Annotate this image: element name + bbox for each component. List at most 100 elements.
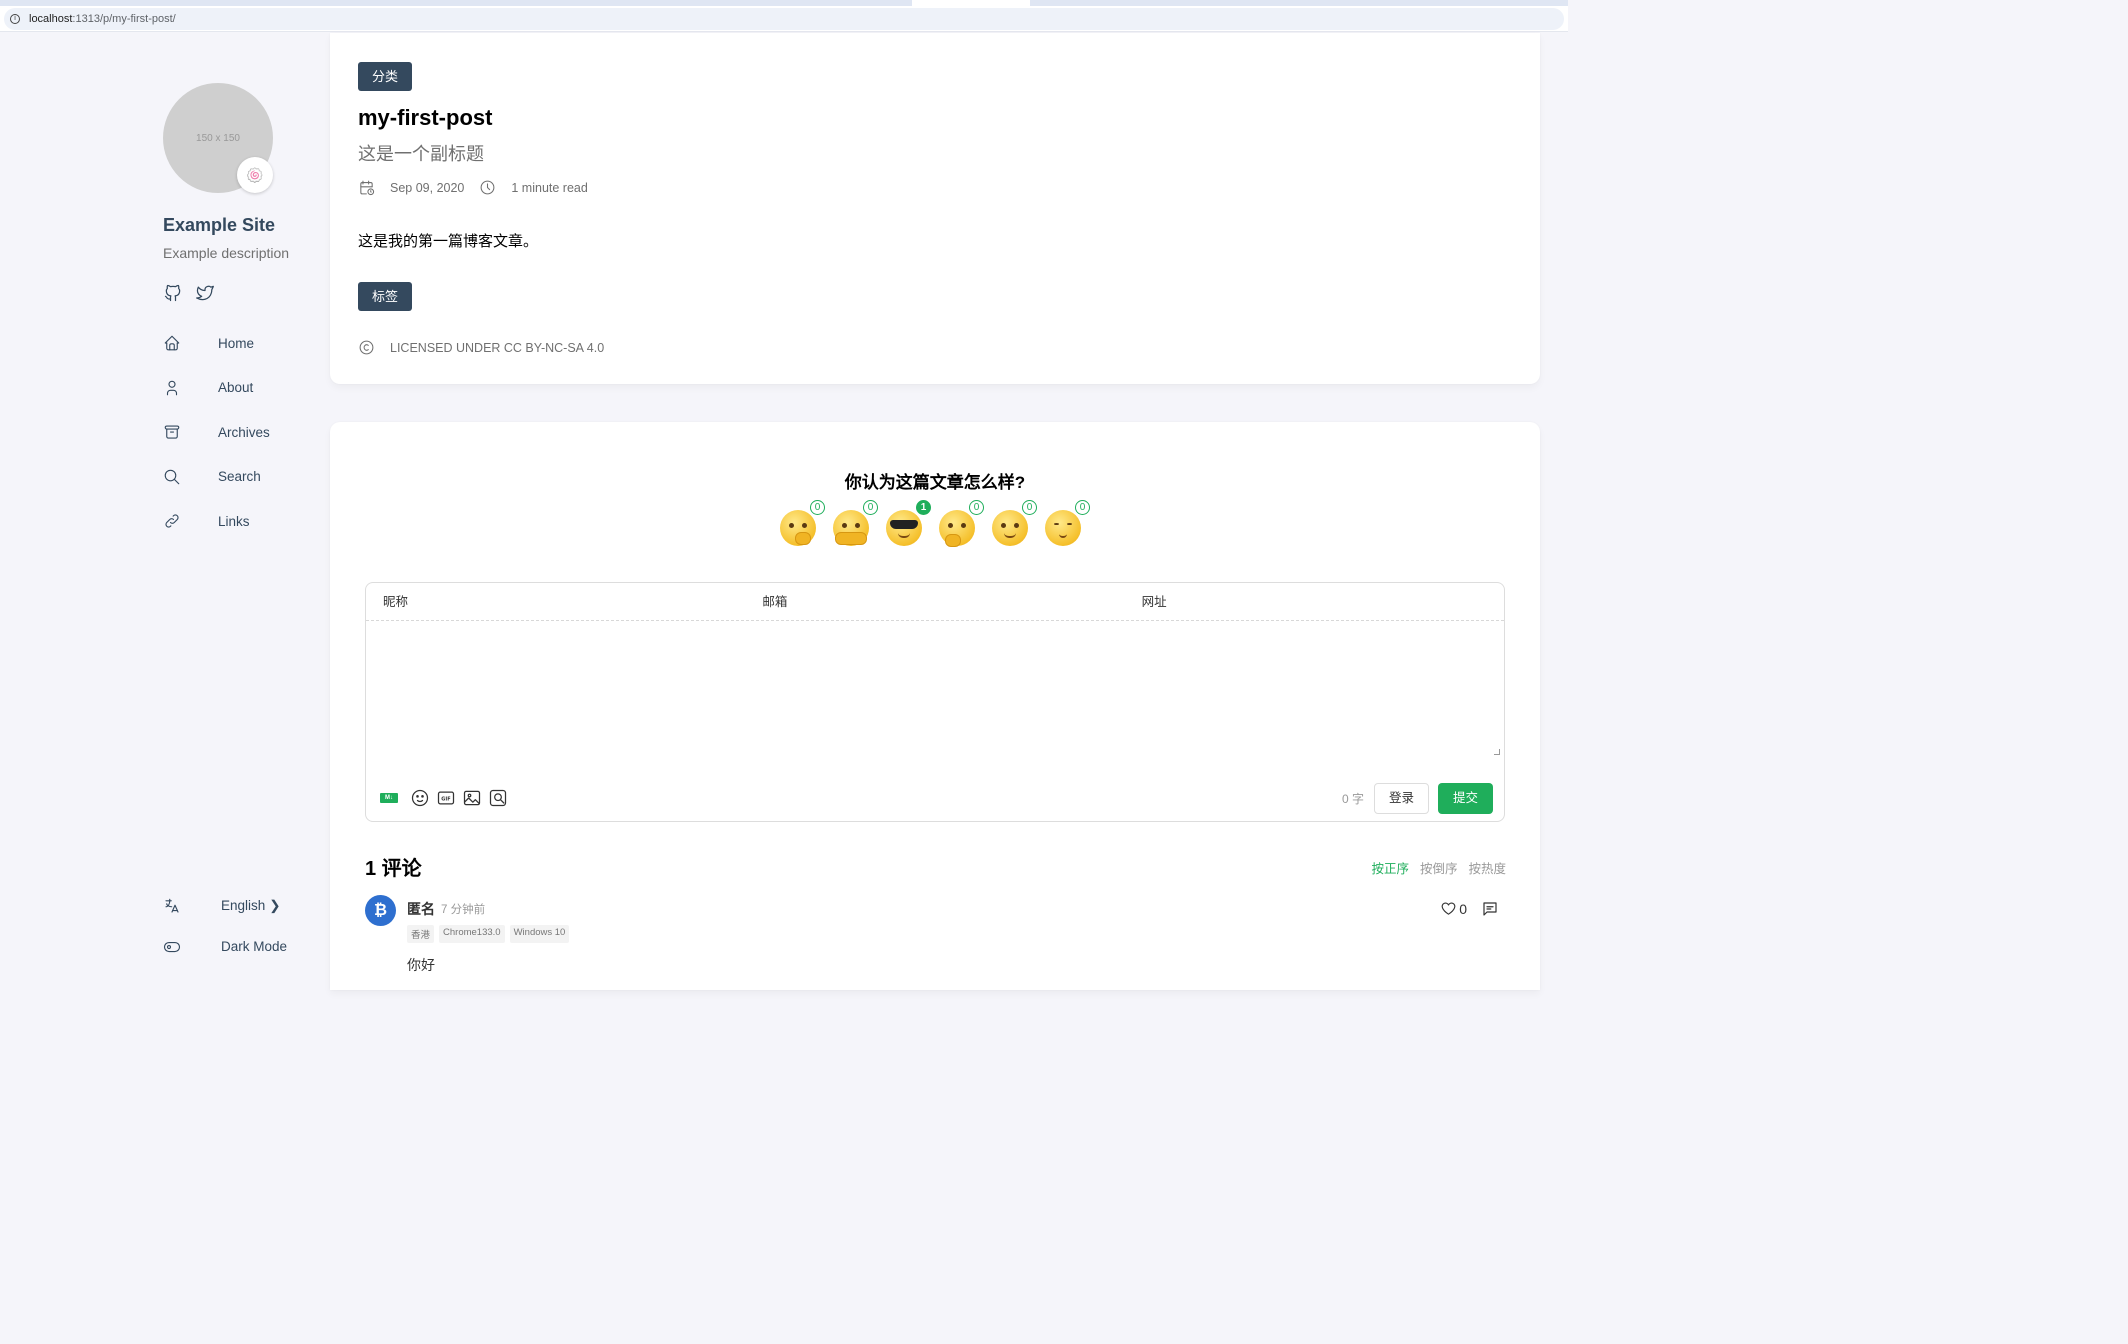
archive-icon <box>164 425 180 439</box>
preview-icon[interactable] <box>488 788 508 808</box>
home-icon <box>164 335 180 351</box>
link-icon <box>165 514 179 528</box>
thinking-emoji-icon <box>939 510 975 547</box>
submit-button[interactable]: 提交 <box>1437 783 1493 814</box>
login-button[interactable]: 登录 <box>1373 783 1429 814</box>
reaction-count: 0 <box>969 500 984 515</box>
comment-sort: 按正序 按倒序 按热度 <box>1371 858 1506 877</box>
comment-count-title: 1 评论 <box>365 858 422 880</box>
comment-meta-tags: 香港 Chrome133.0 Windows 10 <box>407 925 570 943</box>
address-bar[interactable]: i localhost:1313/p/my-first-post/ <box>0 6 1568 32</box>
comment-browser: Chrome133.0 <box>439 925 505 943</box>
main-menu: Home About Archives Search Links <box>163 321 270 544</box>
social-links <box>163 283 215 303</box>
image-icon[interactable] <box>462 788 482 808</box>
editor-actions: 0 字 登录 提交 <box>1342 783 1493 814</box>
menu-label-links: Links <box>218 513 250 529</box>
markdown-icon[interactable]: M↓ <box>380 793 398 803</box>
language-label: English ❯ <box>221 897 281 913</box>
menu-label-search: Search <box>218 469 261 485</box>
site-name[interactable]: Example Site <box>163 215 275 236</box>
language-icon <box>165 898 179 913</box>
email-field[interactable]: 邮箱 <box>745 583 1124 620</box>
site-info-icon[interactable]: i <box>10 14 20 24</box>
reactions: 0 0 1 0 0 0 <box>780 500 1090 547</box>
like-button[interactable]: 0 <box>1440 900 1467 917</box>
reaction-cool[interactable]: 1 <box>886 500 931 546</box>
comment-item: ₿ 匿名 7 分钟前 香港 Chrome133.0 Windows 10 你好 … <box>365 895 1505 985</box>
comment-os: Windows 10 <box>509 925 570 943</box>
sort-ascending[interactable]: 按正序 <box>1371 858 1409 877</box>
toggle-icon <box>163 941 181 952</box>
comment-time: 7 分钟前 <box>441 904 486 916</box>
read-time: 1 minute read <box>511 180 588 195</box>
comments-card: 你认为这篇文章怎么样? 0 0 1 0 0 0 昵称 邮箱 网址 M↓ GIF … <box>330 422 1540 990</box>
heart-icon <box>1441 902 1456 915</box>
sort-descending[interactable]: 按倒序 <box>1420 858 1458 877</box>
reaction-count: 0 <box>810 500 825 515</box>
comment-editor: 昵称 邮箱 网址 M↓ GIF 0 字 登录 提交 <box>365 582 1505 822</box>
reaction-title: 你认为这篇文章怎么样? <box>844 473 1026 492</box>
menu-item-home[interactable]: Home <box>163 321 270 366</box>
menu-label-about: About <box>218 380 254 396</box>
cool-emoji-icon <box>886 510 922 546</box>
reaction-sleepy[interactable]: 0 <box>1045 500 1090 546</box>
post-date: Sep 09, 2020 <box>390 180 465 195</box>
menu-item-links[interactable]: Links <box>163 499 270 544</box>
menu-item-search[interactable]: Search <box>163 455 270 500</box>
comment-nick: 匿名 <box>407 901 435 917</box>
reaction-count: 0 <box>863 500 878 515</box>
article-card: 分类 my-first-post 这是一个副标题 Sep 09, 2020 1 … <box>330 33 1540 384</box>
word-count: 0 字 <box>1341 792 1364 806</box>
reply-button[interactable] <box>1481 900 1499 923</box>
link-field[interactable]: 网址 <box>1125 583 1504 620</box>
comment-avatar: ₿ <box>365 895 396 926</box>
gif-icon[interactable]: GIF <box>436 788 456 808</box>
reaction-angry[interactable]: 0 <box>780 500 825 546</box>
avatar-emoji: 🍥 <box>237 157 273 193</box>
license-text: LICENSED UNDER CC BY-NC-SA 4.0 <box>390 340 605 355</box>
menu-label-archives: Archives <box>218 424 270 440</box>
post-meta: Sep 09, 2020 1 minute read <box>358 179 588 196</box>
category-badge[interactable]: 分类 <box>358 62 413 91</box>
emoji-icon[interactable] <box>410 788 430 808</box>
reply-icon <box>1483 902 1497 916</box>
salute-emoji-icon <box>992 510 1028 546</box>
license: LICENSED UNDER CC BY-NC-SA 4.0 <box>358 339 604 356</box>
comment-textarea[interactable] <box>366 621 1504 757</box>
svg-text:GIF: GIF <box>441 797 450 803</box>
sidebar: 150 x 150 🍥 Example Site Example descrip… <box>0 33 330 990</box>
calendar-icon <box>360 180 375 196</box>
avatar-placeholder-text: 150 x 150 <box>196 132 240 144</box>
angry-emoji-icon <box>780 510 816 546</box>
hug-emoji-icon <box>833 510 869 546</box>
reaction-count: 0 <box>1075 500 1090 515</box>
reaction-count: 1 <box>916 500 931 515</box>
reaction-thinking[interactable]: 0 <box>939 500 984 547</box>
user-icon <box>166 380 178 396</box>
github-icon[interactable] <box>163 283 183 303</box>
nick-field[interactable]: 昵称 <box>366 583 745 620</box>
comment-location: 香港 <box>407 925 435 943</box>
reaction-salute[interactable]: 0 <box>992 500 1037 546</box>
sort-hot[interactable]: 按热度 <box>1468 858 1506 877</box>
resize-handle[interactable] <box>1494 749 1500 755</box>
dark-mode-toggle[interactable]: Dark Mode <box>163 926 287 967</box>
post-body: 这是我的第一篇博客文章。 <box>358 233 539 250</box>
menu-item-about[interactable]: About <box>163 366 270 411</box>
url-text[interactable]: localhost:1313/p/my-first-post/ <box>29 13 176 25</box>
editor-fields: 昵称 邮箱 网址 <box>366 583 1504 621</box>
menu-item-archives[interactable]: Archives <box>163 410 270 455</box>
reaction-hug[interactable]: 0 <box>833 500 878 546</box>
chevron-down-icon: ❯ <box>269 897 281 913</box>
clock-icon <box>480 180 495 195</box>
tag-badge[interactable]: 标签 <box>358 282 413 311</box>
language-selector[interactable]: English ❯ <box>163 885 287 926</box>
twitter-icon[interactable] <box>195 283 215 303</box>
sleepy-emoji-icon <box>1045 510 1081 546</box>
editor-toolbar: M↓ GIF <box>380 788 508 808</box>
menu-label-home: Home <box>218 335 255 351</box>
reaction-count: 0 <box>1022 500 1037 515</box>
like-count: 0 <box>1459 900 1467 917</box>
post-title[interactable]: my-first-post <box>358 105 492 131</box>
